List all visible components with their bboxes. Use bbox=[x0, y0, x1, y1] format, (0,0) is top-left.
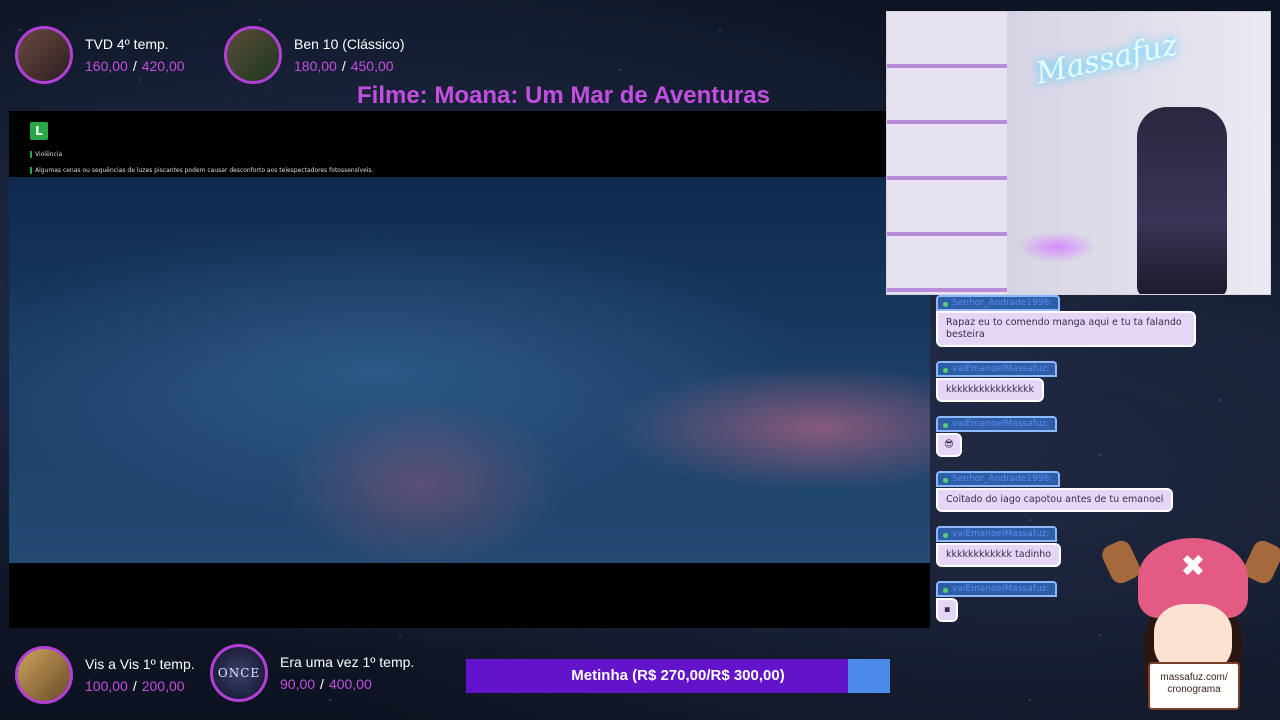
photosensitivity-warning: Algumas cenas ou sequências de luzes pis… bbox=[30, 167, 373, 174]
tracker-separator: / bbox=[132, 58, 137, 74]
chat-text: 😎 bbox=[936, 433, 962, 457]
tracker-values: 180,00/450,00 bbox=[294, 58, 405, 74]
tracker-values: 160,00/420,00 bbox=[85, 58, 185, 74]
tracker-title: Vis a Vis 1º temp. bbox=[85, 656, 195, 672]
chat-message: vaiEmanoelMassafuz: 😎 bbox=[936, 411, 1206, 457]
tracker-goal: 400,00 bbox=[328, 676, 372, 692]
tracker-current: 160,00 bbox=[85, 58, 128, 74]
rating-description: Violência bbox=[30, 151, 62, 158]
chat-username: vaiEmanoelMassafuz: bbox=[936, 581, 1058, 597]
antler-left bbox=[1098, 537, 1144, 587]
gaming-chair bbox=[1137, 107, 1227, 294]
x-cross-icon: ✖ bbox=[1180, 549, 1206, 584]
tracker-ben10: Ben 10 (Clássico) 180,00/450,00 bbox=[224, 26, 405, 84]
tracker-separator: / bbox=[341, 58, 346, 74]
desk-light bbox=[1017, 232, 1097, 262]
tracker-title: TVD 4º temp. bbox=[85, 36, 169, 52]
tracker-vis-a-vis: Vis a Vis 1º temp. 100,00/200,00 bbox=[15, 646, 195, 704]
chat-username: vaiEmanoelMassafuz: bbox=[936, 416, 1058, 432]
ben10-avatar bbox=[224, 26, 282, 84]
chat-username: vaiEmanoelMassafuz: bbox=[936, 526, 1058, 542]
chat-message: Senhor_Andrade1998: Coitado do iago capo… bbox=[936, 466, 1206, 512]
video-letterbox bbox=[9, 563, 930, 628]
chat-text: Rapaz eu to comendo manga aqui e tu ta f… bbox=[936, 311, 1196, 347]
chat-username: Senhor_Andrade1998: bbox=[936, 471, 1061, 487]
tracker-title: Ben 10 (Clássico) bbox=[294, 36, 405, 52]
chat-text: kkkkkkkkkkkk tadinho bbox=[936, 543, 1062, 567]
movie-title: Filme: Moana: Um Mar de Aventuras bbox=[357, 82, 770, 109]
tracker-goal: 200,00 bbox=[141, 678, 185, 694]
chat-message: vaiEmanoelMassafuz: kkkkkkkkkkkkkkkk bbox=[936, 356, 1206, 402]
tracker-once: ONCE Era uma vez 1º temp. 90,00/400,00 bbox=[210, 644, 414, 702]
chat-username: vaiEmanoelMassafuz: bbox=[936, 361, 1058, 377]
tracker-values: 100,00/200,00 bbox=[85, 678, 195, 694]
chat-text: ▪ bbox=[936, 598, 959, 622]
tracker-values: 90,00/400,00 bbox=[280, 676, 414, 692]
tracker-goal: 420,00 bbox=[141, 58, 185, 74]
tracker-tvd: TVD 4º temp. 160,00/420,00 bbox=[15, 26, 185, 84]
schedule-sign: massafuz.com/ cronograma bbox=[1148, 662, 1240, 710]
tracker-current: 90,00 bbox=[280, 676, 316, 692]
video-player[interactable]: L Violência Algumas cenas ou sequências … bbox=[9, 111, 930, 628]
tracker-separator: / bbox=[132, 678, 137, 694]
tvd-avatar bbox=[15, 26, 73, 84]
donation-goal-bar: Metinha (R$ 270,00/R$ 300,00) bbox=[466, 659, 890, 693]
tracker-current: 180,00 bbox=[294, 58, 337, 74]
age-rating-badge: L bbox=[30, 122, 48, 140]
tracker-current: 100,00 bbox=[85, 678, 128, 694]
tracker-title: Era uma vez 1º temp. bbox=[280, 654, 415, 670]
video-top-bar: L Violência Algumas cenas ou sequências … bbox=[9, 111, 885, 177]
webcam-feed: Massafuz bbox=[886, 11, 1271, 295]
once-avatar: ONCE bbox=[210, 644, 268, 702]
once-logo: ONCE bbox=[217, 666, 261, 680]
goal-label: Metinha (R$ 270,00/R$ 300,00) bbox=[571, 667, 785, 684]
vis-a-vis-avatar bbox=[15, 646, 73, 704]
chibi-mascot: ✖ massafuz.com/ cronograma bbox=[1098, 536, 1280, 720]
sign-line-2: cronograma bbox=[1167, 684, 1221, 695]
tracker-goal: 450,00 bbox=[350, 58, 394, 74]
video-frame bbox=[9, 177, 930, 563]
chat-text: kkkkkkkkkkkkkkkk bbox=[936, 378, 1045, 402]
bookshelf bbox=[887, 12, 1007, 294]
chat-message: Senhor_Andrade1998: Rapaz eu to comendo … bbox=[936, 290, 1206, 347]
chat-text: Coitado do iago capotou antes de tu eman… bbox=[936, 488, 1174, 512]
neon-sign: Massafuz bbox=[1032, 27, 1181, 92]
chat-username: Senhor_Andrade1998: bbox=[936, 295, 1061, 311]
sign-line-1: massafuz.com/ bbox=[1160, 672, 1228, 683]
tracker-separator: / bbox=[320, 676, 324, 692]
